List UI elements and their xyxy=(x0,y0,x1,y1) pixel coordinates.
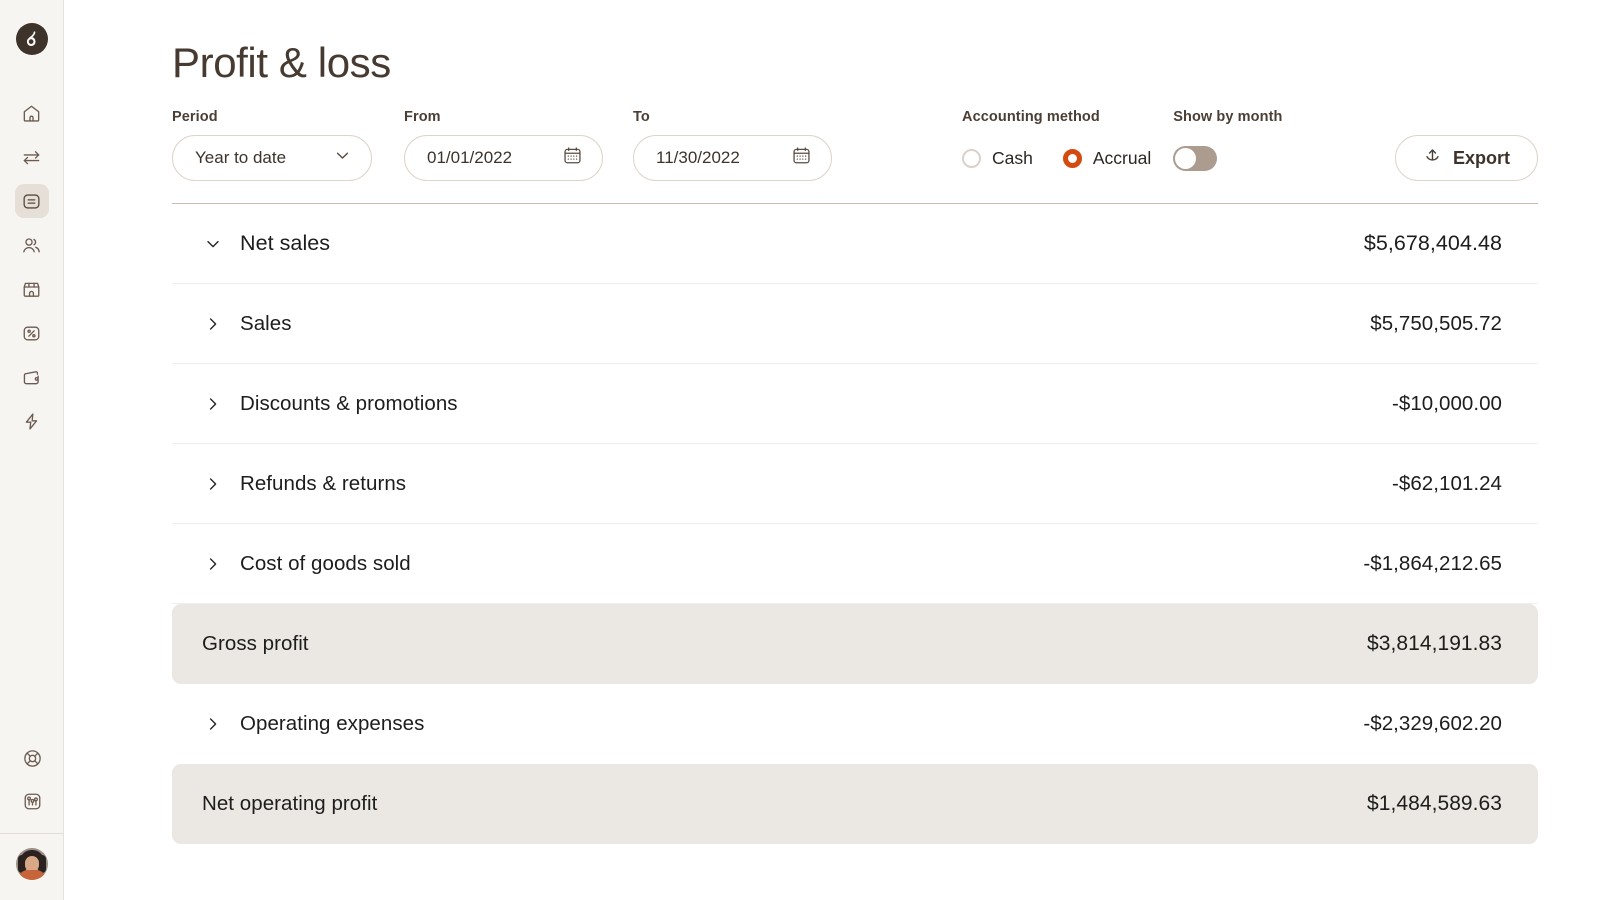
accounting-method-radio-group: Cash Accrual xyxy=(962,135,1151,181)
export-button-label: Export xyxy=(1453,148,1510,169)
row-label: Refunds & returns xyxy=(240,472,406,496)
row-amount: -$62,101.24 xyxy=(1392,472,1502,496)
sidebar xyxy=(0,0,64,900)
sidebar-nav xyxy=(15,96,49,438)
filter-bar: Period Year to date From 01/01/2022 xyxy=(172,111,1538,181)
brand-logo-icon[interactable] xyxy=(16,23,48,55)
row-label: Operating expenses xyxy=(240,712,424,736)
from-date-value: 01/01/2022 xyxy=(427,148,512,168)
row-label: Net sales xyxy=(240,231,330,256)
radio-accrual-label: Accrual xyxy=(1093,148,1151,169)
row-amount: -$2,329,602.20 xyxy=(1363,712,1502,736)
row-label: Sales xyxy=(240,312,292,336)
sidebar-item-wallet[interactable] xyxy=(15,360,49,394)
show-by-month-field: Show by month xyxy=(1173,109,1282,181)
sidebar-item-store[interactable] xyxy=(15,272,49,306)
chevron-right-icon[interactable] xyxy=(202,713,224,735)
transfer-arrows-icon xyxy=(21,147,42,168)
toggle-knob xyxy=(1175,148,1196,169)
home-icon xyxy=(21,103,42,124)
sidebar-item-automations[interactable] xyxy=(15,404,49,438)
radio-option-accrual[interactable]: Accrual xyxy=(1063,148,1151,169)
sidebar-item-home[interactable] xyxy=(15,96,49,130)
chevron-down-icon xyxy=(333,146,352,170)
table-row-summary: Gross profit $3,814,191.83 xyxy=(172,604,1538,684)
upload-icon xyxy=(1423,147,1442,169)
table-row[interactable]: Operating expenses -$2,329,602.20 xyxy=(172,684,1538,764)
accounting-method-label: Accounting method xyxy=(962,109,1151,125)
row-label: Discounts & promotions xyxy=(240,392,458,416)
chevron-right-icon[interactable] xyxy=(202,393,224,415)
to-label: To xyxy=(633,109,832,125)
people-icon xyxy=(21,235,42,256)
period-field: Period Year to date xyxy=(172,109,372,181)
show-by-month-toggle[interactable] xyxy=(1173,146,1217,171)
table-row-summary: Net operating profit $1,484,589.63 xyxy=(172,764,1538,844)
radio-option-cash[interactable]: Cash xyxy=(962,148,1033,169)
table-row[interactable]: Net sales $5,678,404.48 xyxy=(172,204,1538,284)
sidebar-bottom xyxy=(0,741,64,900)
period-value: Year to date xyxy=(195,148,286,168)
period-select[interactable]: Year to date xyxy=(172,135,372,181)
profit-loss-table: Net sales $5,678,404.48 Sales $5,750,505… xyxy=(172,203,1538,844)
row-amount: $1,484,589.63 xyxy=(1367,792,1502,816)
document-list-icon xyxy=(21,191,42,212)
sidebar-item-taxes[interactable] xyxy=(15,316,49,350)
from-date-input[interactable]: 01/01/2022 xyxy=(404,135,603,181)
row-amount: $3,814,191.83 xyxy=(1367,632,1502,656)
to-date-value: 11/30/2022 xyxy=(656,148,740,168)
chevron-right-icon[interactable] xyxy=(202,473,224,495)
avatar-body xyxy=(18,870,46,880)
sidebar-item-settings[interactable] xyxy=(15,784,49,818)
calendar-icon[interactable] xyxy=(791,145,812,171)
to-field: To 11/30/2022 xyxy=(633,109,832,181)
calendar-icon[interactable] xyxy=(562,145,583,171)
table-row[interactable]: Discounts & promotions -$10,000.00 xyxy=(172,364,1538,444)
chevron-right-icon[interactable] xyxy=(202,313,224,335)
percent-box-icon xyxy=(21,323,42,344)
wallet-icon xyxy=(21,367,42,388)
row-amount: -$10,000.00 xyxy=(1392,392,1502,416)
row-amount: $5,678,404.48 xyxy=(1364,231,1502,256)
chevron-down-icon[interactable] xyxy=(202,233,224,255)
table-row[interactable]: Refunds & returns -$62,101.24 xyxy=(172,444,1538,524)
page-title: Profit & loss xyxy=(172,0,1538,84)
radio-accrual-indicator xyxy=(1063,149,1082,168)
radio-cash-label: Cash xyxy=(992,148,1033,169)
row-label: Cost of goods sold xyxy=(240,552,411,576)
lifebuoy-icon xyxy=(22,748,43,769)
row-amount: -$1,864,212.65 xyxy=(1363,552,1502,576)
period-label: Period xyxy=(172,109,372,125)
export-wrap: Export xyxy=(1395,135,1538,181)
sidebar-item-customers[interactable] xyxy=(15,228,49,262)
sidebar-item-reports[interactable] xyxy=(15,184,49,218)
lightning-bolt-icon xyxy=(21,411,42,432)
chevron-right-icon[interactable] xyxy=(202,553,224,575)
storefront-icon xyxy=(21,279,42,300)
accounting-method-field: Accounting method Cash Accrual xyxy=(962,109,1151,181)
row-label: Gross profit xyxy=(202,632,309,656)
radio-cash-indicator xyxy=(962,149,981,168)
main-content: Profit & loss Period Year to date From 0 xyxy=(64,0,1600,900)
sidebar-divider xyxy=(0,833,64,834)
export-button[interactable]: Export xyxy=(1395,135,1538,181)
row-amount: $5,750,505.72 xyxy=(1370,312,1502,336)
row-label: Net operating profit xyxy=(202,792,377,816)
to-date-input[interactable]: 11/30/2022 xyxy=(633,135,832,181)
sidebar-item-transactions[interactable] xyxy=(15,140,49,174)
from-label: From xyxy=(404,109,603,125)
user-avatar[interactable] xyxy=(16,848,48,880)
from-field: From 01/01/2022 xyxy=(404,109,603,181)
table-row[interactable]: Cost of goods sold -$1,864,212.65 xyxy=(172,524,1538,604)
show-by-month-label: Show by month xyxy=(1173,109,1282,125)
table-row[interactable]: Sales $5,750,505.72 xyxy=(172,284,1538,364)
sliders-icon xyxy=(22,791,43,812)
sidebar-item-help[interactable] xyxy=(15,741,49,775)
app-root: Profit & loss Period Year to date From 0 xyxy=(0,0,1600,900)
show-by-month-toggle-wrap xyxy=(1173,135,1282,181)
